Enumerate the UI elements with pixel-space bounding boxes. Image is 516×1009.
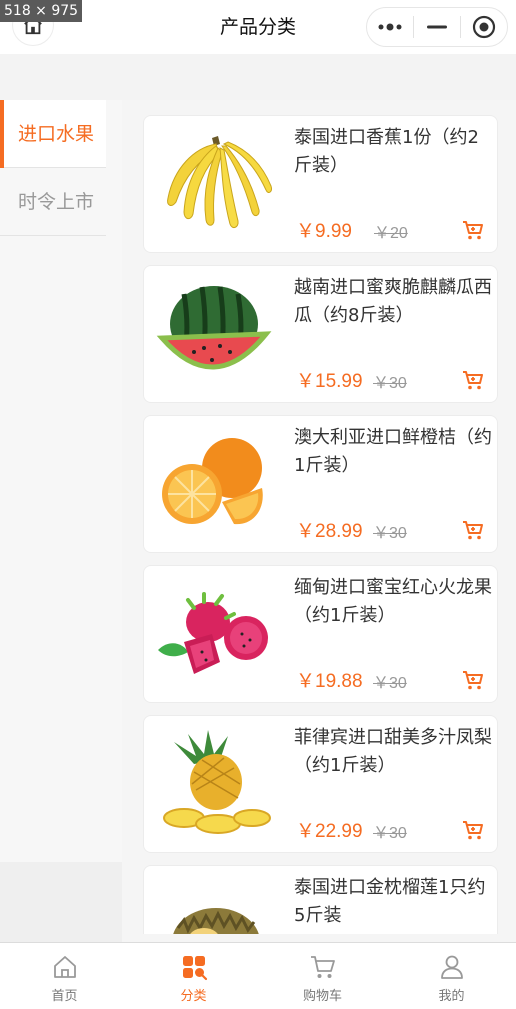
dimension-overlay-label: 518 × 975 bbox=[0, 0, 83, 22]
cart-icon bbox=[310, 956, 335, 978]
tab-label: 首页 bbox=[51, 989, 78, 1004]
more-dots-icon bbox=[378, 23, 402, 31]
product-name: 越南进口蜜爽脆麒麟瓜西瓜（约8斤装） bbox=[294, 277, 492, 326]
product-price: ￥22.99 bbox=[296, 821, 363, 842]
product-name: 缅甸进口蜜宝红心火龙果（约1斤装） bbox=[294, 577, 492, 626]
product-name: 泰国进口香蕉1份（约2斤装） bbox=[294, 127, 479, 176]
sidebar-item-imported-fruit[interactable]: 进口水果 bbox=[0, 100, 106, 168]
product-card[interactable]: 泰国进口金枕榴莲1只约5斤装 bbox=[143, 865, 498, 934]
product-price: ￥28.99 bbox=[296, 521, 363, 542]
product-name: 泰国进口金枕榴莲1只约5斤装 bbox=[294, 877, 486, 926]
product-original-price: ￥30 bbox=[373, 825, 407, 842]
add-to-cart-icon[interactable] bbox=[461, 518, 485, 542]
product-card[interactable]: 越南进口蜜爽脆麒麟瓜西瓜（约8斤装） ￥15.99 ￥30 bbox=[143, 265, 498, 403]
tab-profile[interactable]: 我的 bbox=[387, 943, 516, 1009]
tab-bar: 首页 分类 购物车 我的 bbox=[0, 942, 516, 1009]
tab-label: 分类 bbox=[180, 989, 207, 1004]
target-close-icon bbox=[472, 15, 496, 39]
close-app-button[interactable] bbox=[461, 8, 507, 46]
add-to-cart-icon[interactable] bbox=[461, 368, 485, 392]
home-icon bbox=[53, 956, 76, 978]
user-icon bbox=[440, 955, 463, 979]
pineapple-image bbox=[163, 730, 271, 834]
minimize-icon bbox=[427, 25, 447, 29]
product-price: ￥9.99 bbox=[296, 221, 352, 242]
tab-label: 购物车 bbox=[302, 989, 342, 1004]
tab-label: 我的 bbox=[438, 989, 465, 1004]
sidebar-item-seasonal[interactable]: 时令上市 bbox=[0, 168, 106, 236]
tab-home[interactable]: 首页 bbox=[0, 943, 129, 1009]
product-name: 菲律宾进口甜美多汁凤梨（约1斤装） bbox=[294, 727, 492, 776]
orange-image bbox=[162, 438, 263, 525]
durian-image bbox=[173, 908, 259, 934]
product-name: 澳大利亚进口鲜橙桔（约1斤装） bbox=[294, 427, 492, 476]
banana-image bbox=[167, 136, 272, 229]
product-card[interactable]: 菲律宾进口甜美多汁凤梨（约1斤装） ￥22.99 ￥30 bbox=[143, 715, 498, 853]
product-original-price: ￥20 bbox=[374, 225, 408, 242]
category-icon bbox=[182, 956, 207, 981]
more-button[interactable] bbox=[367, 8, 413, 46]
minimize-button[interactable] bbox=[414, 8, 460, 46]
product-card[interactable]: 泰国进口香蕉1份（约2斤装） ￥9.99 ￥20 bbox=[143, 115, 498, 253]
add-to-cart-icon[interactable] bbox=[461, 818, 485, 842]
tab-cart[interactable]: 购物车 bbox=[258, 943, 387, 1009]
product-price: ￥15.99 bbox=[296, 371, 363, 392]
product-price: ￥19.88 bbox=[296, 671, 363, 692]
add-to-cart-icon[interactable] bbox=[461, 668, 485, 692]
watermelon-image bbox=[156, 286, 272, 370]
product-card[interactable]: 澳大利亚进口鲜橙桔（约1斤装） ￥28.99 ￥30 bbox=[143, 415, 498, 553]
sidebar-bottom-fill bbox=[0, 862, 122, 942]
capsule-menu bbox=[366, 7, 508, 47]
header-spacer bbox=[0, 54, 516, 100]
tab-category[interactable]: 分类 bbox=[129, 943, 258, 1009]
add-to-cart-icon[interactable] bbox=[461, 218, 485, 242]
category-sidebar: 进口水果 时令上市 bbox=[0, 100, 122, 862]
product-original-price: ￥30 bbox=[373, 375, 407, 392]
dragon-fruit-image bbox=[158, 592, 268, 674]
product-original-price: ￥30 bbox=[373, 525, 407, 542]
product-list: 泰国进口香蕉1份（约2斤装） ￥9.99 ￥20 越南进口蜜爽脆麒麟瓜西瓜（约8… bbox=[122, 100, 516, 934]
product-card[interactable]: 缅甸进口蜜宝红心火龙果（约1斤装） ￥19.88 ￥30 bbox=[143, 565, 498, 703]
product-original-price: ￥30 bbox=[373, 675, 407, 692]
